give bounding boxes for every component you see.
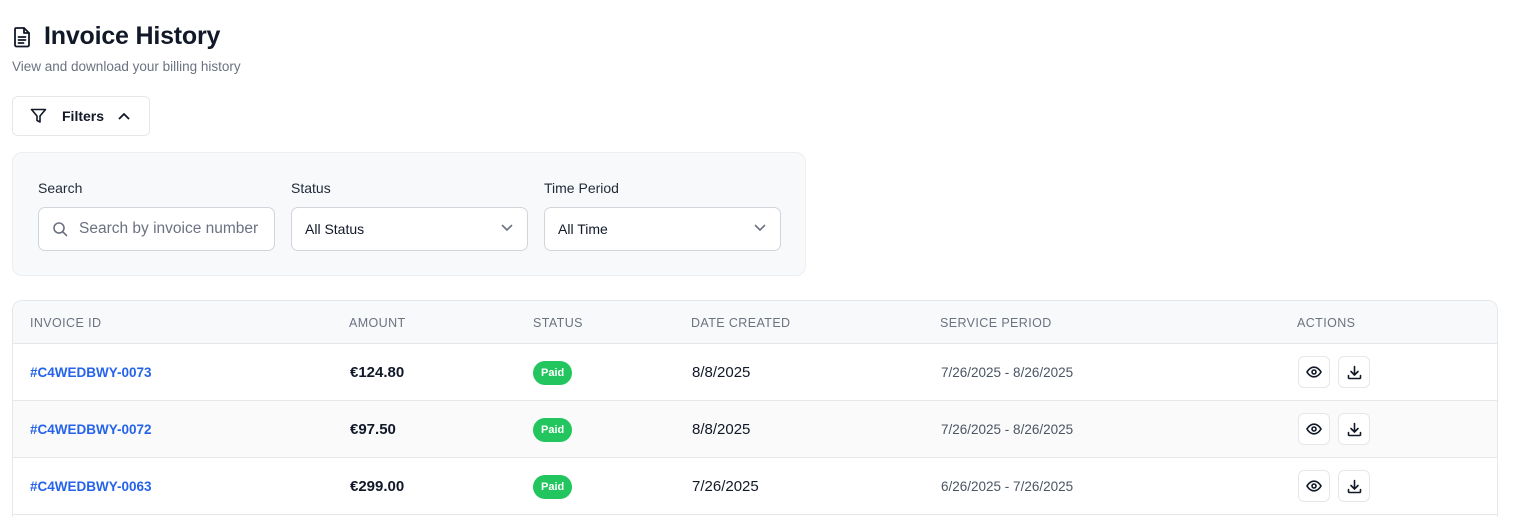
status-selected-value: All Status — [305, 221, 365, 237]
row-actions — [1298, 470, 1378, 502]
invoice-amount: €299.00 — [350, 478, 405, 495]
date-created: 7/26/2025 — [692, 478, 759, 495]
invoice-amount: €124.80 — [350, 364, 405, 381]
column-header-service-period: SERVICE PERIOD — [940, 316, 1052, 330]
download-button[interactable] — [1338, 356, 1370, 388]
service-period: 7/26/2025 - 8/26/2025 — [941, 422, 1074, 437]
filter-icon — [30, 108, 47, 124]
invoice-id-link[interactable]: #C4WEDBWY-0063 — [30, 479, 152, 494]
page-header: Invoice History View and download your b… — [12, 22, 241, 74]
column-header-amount: AMOUNT — [349, 316, 406, 330]
date-created: 8/8/2025 — [692, 421, 751, 438]
search-label: Search — [38, 180, 83, 196]
status-cell: Paid — [533, 475, 573, 499]
status-badge: Paid — [533, 475, 573, 499]
column-header-actions: ACTIONS — [1297, 316, 1356, 330]
view-button[interactable] — [1298, 356, 1330, 388]
search-input[interactable] — [39, 208, 274, 250]
table-row: #C4WEDBWY-0072 €97.50 Paid 8/8/2025 7/26… — [13, 401, 1497, 458]
search-filter: Search — [38, 180, 275, 251]
page-subtitle: View and download your billing history — [12, 59, 241, 74]
eye-icon — [1306, 423, 1322, 435]
table-header: INVOICE ID AMOUNT STATUS DATE CREATED SE… — [13, 301, 1497, 344]
time-period-filter: Time Period All Time — [544, 180, 781, 251]
chevron-down-icon — [754, 224, 766, 232]
service-period: 7/26/2025 - 8/26/2025 — [941, 365, 1074, 380]
search-box — [38, 207, 275, 251]
page-title: Invoice History — [44, 22, 221, 50]
title-row: Invoice History — [12, 22, 241, 51]
table-row: #C4WEDBWY-0063 €299.00 Paid 7/26/2025 6/… — [13, 458, 1497, 515]
view-button[interactable] — [1298, 470, 1330, 502]
filters-toggle-button[interactable]: Filters — [12, 96, 150, 136]
status-badge: Paid — [533, 361, 573, 385]
status-cell: Paid — [533, 418, 573, 442]
time-period-selected-value: All Time — [558, 221, 608, 237]
column-header-date-created: DATE CREATED — [691, 316, 791, 330]
date-created: 8/8/2025 — [692, 364, 751, 381]
download-icon — [1347, 479, 1362, 494]
time-period-label: Time Period — [544, 180, 619, 196]
row-actions — [1298, 413, 1378, 445]
status-cell: Paid — [533, 361, 573, 385]
status-select[interactable]: All Status — [291, 207, 528, 251]
chevron-up-icon — [118, 112, 130, 120]
status-label: Status — [291, 180, 331, 196]
download-button[interactable] — [1338, 470, 1370, 502]
chevron-down-icon — [501, 224, 513, 232]
invoice-id-link[interactable]: #C4WEDBWY-0072 — [30, 422, 152, 437]
download-button[interactable] — [1338, 413, 1370, 445]
document-icon — [12, 26, 32, 48]
invoice-table: INVOICE ID AMOUNT STATUS DATE CREATED SE… — [12, 300, 1498, 517]
search-icon — [52, 221, 68, 237]
invoice-amount: €97.50 — [350, 421, 396, 438]
column-header-invoice-id: INVOICE ID — [30, 316, 102, 330]
filter-panel: Search Status All Status Time Period — [12, 152, 806, 276]
download-icon — [1347, 365, 1362, 380]
eye-icon — [1306, 480, 1322, 492]
table-row: #C4WEDBWY-0073 €124.80 Paid 8/8/2025 7/2… — [13, 344, 1497, 401]
view-button[interactable] — [1298, 413, 1330, 445]
download-icon — [1347, 422, 1362, 437]
eye-icon — [1306, 366, 1322, 378]
time-period-select[interactable]: All Time — [544, 207, 781, 251]
service-period: 6/26/2025 - 7/26/2025 — [941, 479, 1074, 494]
status-filter: Status All Status — [291, 180, 528, 251]
column-header-status: STATUS — [533, 316, 583, 330]
status-badge: Paid — [533, 418, 573, 442]
invoice-id-link[interactable]: #C4WEDBWY-0073 — [30, 365, 152, 380]
row-actions — [1298, 356, 1378, 388]
filters-label: Filters — [62, 108, 105, 124]
